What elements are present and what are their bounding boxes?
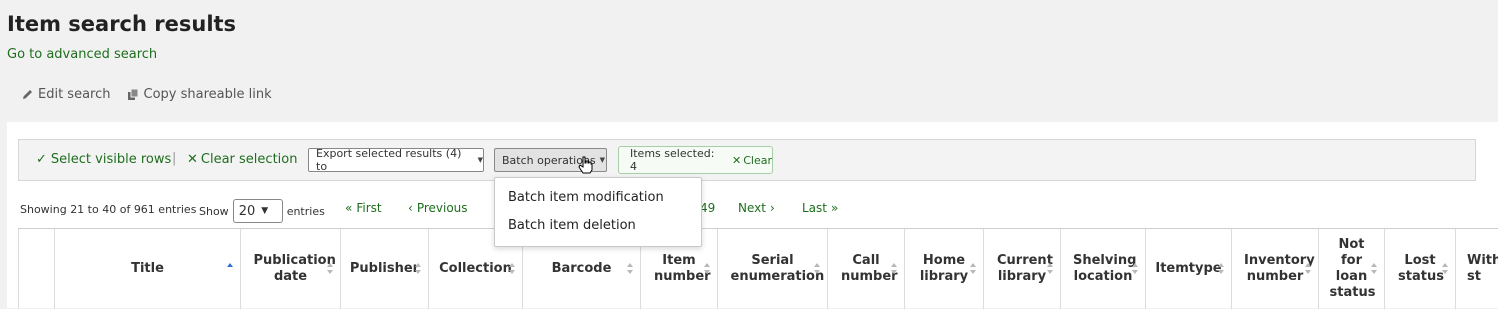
column-header-inventory-number[interactable]: Inventory number (1232, 229, 1319, 309)
column-label: Call number (841, 253, 898, 284)
double-chevron-right-icon: » (831, 201, 839, 215)
previous-page-link[interactable]: ‹ Previous (408, 201, 468, 215)
show-label: Show (199, 204, 229, 218)
next-label: Next (738, 201, 766, 215)
hand-cursor-icon (578, 156, 593, 174)
column-header-publication-date[interactable]: Publication date (241, 229, 341, 309)
advanced-search-link[interactable]: Go to advanced search (7, 47, 157, 62)
column-header-shelving-location[interactable]: Shelving location (1061, 229, 1146, 309)
menu-item-batch-modification[interactable]: Batch item modification (508, 190, 664, 205)
column-label: Publication date (253, 253, 336, 284)
last-page-link[interactable]: Last » (802, 201, 838, 215)
select-visible-rows-link[interactable]: ✓ Select visible rows (36, 152, 171, 167)
pencil-icon (23, 90, 32, 99)
sort-ascending-icon (227, 263, 234, 274)
column-header-current-library[interactable]: Current library (984, 229, 1061, 309)
copy-link-button[interactable]: Copy shareable link (127, 87, 272, 102)
separator: | (172, 151, 177, 166)
column-label: Serial enumeration (730, 253, 825, 284)
entries-label: entries (286, 204, 325, 218)
page-size-value: 20 (238, 203, 256, 219)
page-size-select[interactable]: 20 ▼ (232, 199, 283, 223)
column-label: Home library (919, 253, 969, 284)
sort-icon (415, 263, 422, 274)
page-title: Item search results (7, 12, 237, 36)
clear-selection-link[interactable]: ✕ Clear selection (187, 152, 297, 167)
sort-icon (1442, 263, 1449, 274)
export-label: Export selected results (4) to (316, 147, 462, 173)
double-chevron-left-icon: « (345, 201, 353, 215)
sort-icon (814, 263, 821, 274)
sort-icon (891, 263, 898, 274)
column-header-lost-status[interactable]: Lost status (1385, 229, 1456, 309)
column-label: Not for loan status (1329, 237, 1376, 300)
column-header-itemtype[interactable]: Itemtype (1146, 229, 1232, 309)
column-header-publisher[interactable]: Publisher (341, 229, 429, 309)
page-length-control: Show 20 ▼ entries (199, 199, 325, 223)
select-visible-label: Select visible rows (50, 152, 172, 167)
page-number-link[interactable]: 49 (700, 201, 715, 215)
column-label: Current library (997, 253, 1053, 284)
previous-label: Previous (416, 201, 468, 215)
column-label: Barcode (551, 261, 612, 276)
column-label: Shelving location (1073, 253, 1137, 284)
chevron-down-icon: ▼ (261, 206, 269, 216)
column-label: Inventory number (1244, 253, 1315, 284)
column-label: Collection (439, 261, 512, 276)
entries-info: Showing 21 to 40 of 961 entries (20, 203, 197, 216)
edit-search-label: Edit search (38, 87, 111, 102)
sort-icon (327, 263, 334, 274)
check-icon: ✓ (36, 152, 47, 167)
column-header-withdrawn-status[interactable]: With st (1456, 229, 1498, 309)
checkbox-column-header (18, 229, 55, 309)
clear-label: Clear (743, 153, 772, 167)
caret-down-icon: ▼ (477, 156, 483, 164)
batch-operations-menu: Batch item modification Batch item delet… (494, 177, 702, 247)
menu-item-batch-deletion[interactable]: Batch item deletion (508, 218, 636, 233)
sort-icon (1132, 263, 1139, 274)
export-selected-button[interactable]: Export selected results (4) to ▼ (308, 147, 484, 173)
column-label: Title (131, 261, 164, 276)
column-header-home-library[interactable]: Home library (905, 229, 984, 309)
column-header-serial-enumeration[interactable]: Serial enumeration (718, 229, 828, 309)
chevron-left-icon: ‹ (408, 201, 413, 215)
items-selected-label: Items selected: 4 (630, 147, 715, 173)
sort-icon (627, 263, 634, 274)
column-label: With st (1467, 253, 1498, 284)
column-label: Itemtype (1155, 261, 1222, 276)
copy-icon (127, 88, 138, 100)
sort-icon (1305, 263, 1312, 274)
clear-items-button[interactable]: ✕ Clear (732, 154, 772, 167)
clear-selection-label: Clear selection (200, 152, 298, 167)
column-label: Publisher (349, 261, 420, 276)
next-page-link[interactable]: Next › (738, 201, 775, 215)
edit-search-button[interactable]: Edit search (21, 87, 111, 102)
sort-icon (509, 263, 516, 274)
sort-icon (704, 263, 711, 274)
close-icon: ✕ (187, 152, 198, 167)
column-label: Lost status (1398, 253, 1444, 284)
sort-icon (970, 263, 977, 274)
column-header-not-for-loan-status[interactable]: Not for loan status (1319, 229, 1385, 309)
results-table-header: Title Publication date Publisher Collect… (18, 228, 1498, 309)
first-page-link[interactable]: « First (345, 201, 382, 215)
close-icon: ✕ (732, 153, 742, 167)
sort-icon (1047, 263, 1054, 274)
search-toolbar: Edit search Copy shareable link (21, 87, 272, 102)
chevron-right-icon: › (769, 201, 775, 215)
sort-icon (1218, 263, 1225, 274)
first-label: First (356, 201, 382, 215)
copy-link-label: Copy shareable link (143, 87, 272, 102)
items-selected-badge: Items selected: 4 ✕ Clear (618, 146, 773, 174)
last-label: Last (802, 201, 827, 215)
column-header-call-number[interactable]: Call number (828, 229, 905, 309)
caret-down-icon: ▼ (599, 156, 606, 164)
sort-icon (1371, 263, 1378, 274)
column-header-title[interactable]: Title (55, 229, 241, 309)
column-label: Item number (654, 253, 711, 284)
